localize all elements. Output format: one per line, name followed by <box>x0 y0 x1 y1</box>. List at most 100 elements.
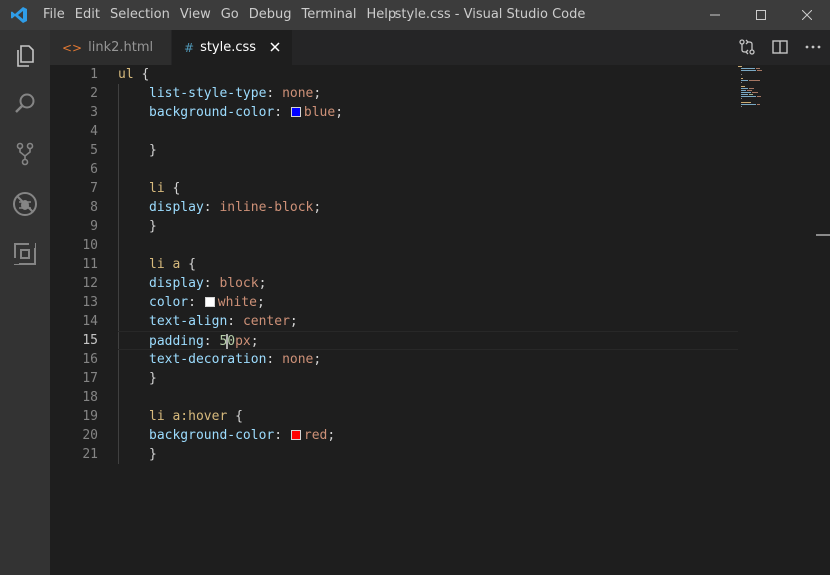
vscode-logo-icon <box>11 7 27 23</box>
line-number: 9 <box>90 219 98 234</box>
color-swatch-white[interactable] <box>204 297 215 307</box>
source-control-button[interactable] <box>0 130 50 178</box>
line-number: 12 <box>82 276 98 291</box>
close-tab-icon[interactable] <box>268 40 282 54</box>
line-number: 8 <box>90 200 98 215</box>
brace: { <box>227 409 243 424</box>
menu-go[interactable]: Go <box>216 0 244 30</box>
semicolon: ; <box>313 86 322 101</box>
code-line: } <box>118 369 738 388</box>
code-line: background-color: red; <box>118 426 738 445</box>
semicolon: ; <box>335 105 344 120</box>
line-number-gutter: 1 2 3 4 5 6 7 8 9 10 11 12 13 14 15 16 1… <box>50 65 98 464</box>
line-number: 11 <box>82 257 98 272</box>
colon: : <box>203 334 220 349</box>
code-line: display: block; <box>118 274 738 293</box>
close-icon <box>802 10 812 20</box>
css-value: none <box>282 352 314 367</box>
code-line: } <box>118 141 738 160</box>
editor-tabs: <> link2.html # style.css <box>50 30 830 65</box>
title-bar: File Edit Selection View Go Debug Termin… <box>0 0 830 30</box>
line-number: 7 <box>90 181 98 196</box>
colon: : <box>203 200 220 215</box>
menu-debug[interactable]: Debug <box>244 0 297 30</box>
css-value: none <box>282 86 314 101</box>
minimap[interactable] <box>738 65 820 125</box>
css-value: blue <box>303 105 336 120</box>
code-line: text-align: center; <box>118 312 738 331</box>
menu-file[interactable]: File <box>38 0 70 30</box>
minimize-button[interactable] <box>692 0 738 30</box>
activity-bar <box>0 30 50 575</box>
colon: : <box>203 276 220 291</box>
more-actions-icon[interactable] <box>804 38 822 56</box>
line-number: 6 <box>90 162 98 177</box>
tab-link2-html[interactable]: <> link2.html <box>50 30 172 65</box>
search-icon <box>15 93 35 113</box>
line-number: 19 <box>82 409 98 424</box>
semicolon: ; <box>256 295 265 310</box>
minimize-icon <box>710 14 720 16</box>
line-number: 3 <box>90 105 98 120</box>
extensions-icon <box>13 242 36 265</box>
brace: } <box>149 219 157 234</box>
semicolon: ; <box>250 334 259 349</box>
code-line: ul { <box>118 65 738 84</box>
css-property: list-style-type <box>149 86 267 101</box>
colon: : <box>227 314 243 329</box>
menu-help[interactable]: Help <box>361 0 401 30</box>
menu-view[interactable]: View <box>175 0 216 30</box>
search-button[interactable] <box>0 80 50 128</box>
colon: : <box>266 86 283 101</box>
code-line: li a { <box>118 255 738 274</box>
text-cursor <box>226 334 228 349</box>
css-property: text-decoration <box>149 352 267 367</box>
line-number: 16 <box>82 352 98 367</box>
explorer-button[interactable] <box>0 32 50 80</box>
colon: : <box>274 105 290 120</box>
tab-style-css[interactable]: # style.css <box>172 30 292 65</box>
line-number: 13 <box>82 295 98 310</box>
semicolon: ; <box>289 314 298 329</box>
brace: } <box>149 447 157 462</box>
close-window-button[interactable] <box>784 0 830 30</box>
semicolon: ; <box>258 276 267 291</box>
code-line-current: padding: 50px; <box>118 331 738 350</box>
extensions-button[interactable] <box>0 230 50 278</box>
line-number: 10 <box>82 238 98 253</box>
menu-terminal[interactable]: Terminal <box>297 0 362 30</box>
menu-edit[interactable]: Edit <box>70 0 105 30</box>
css-value: inline-block <box>219 200 314 215</box>
css-value: center <box>242 314 290 329</box>
line-number: 4 <box>90 124 98 139</box>
split-editor-icon[interactable] <box>771 38 789 56</box>
css-selector: li a:hover <box>149 409 228 424</box>
vertical-scrollbar[interactable] <box>816 65 830 575</box>
brace: } <box>149 143 157 158</box>
source-control-icon <box>16 142 34 166</box>
code-line: li { <box>118 179 738 198</box>
code-line: } <box>118 217 738 236</box>
css-property: background-color <box>149 105 275 120</box>
open-changes-icon[interactable] <box>738 38 756 56</box>
maximize-button[interactable] <box>738 0 784 30</box>
line-number: 2 <box>90 86 98 101</box>
color-swatch-blue[interactable] <box>290 107 301 117</box>
code-lines[interactable]: ul { list-style-type: none; background-c… <box>118 65 738 464</box>
css-selector: li <box>149 181 165 196</box>
color-swatch-red[interactable] <box>290 430 301 440</box>
code-editor[interactable]: 1 2 3 4 5 6 7 8 9 10 11 12 13 14 15 16 1… <box>50 65 830 575</box>
css-value: white <box>217 295 257 310</box>
menu-selection[interactable]: Selection <box>105 0 175 30</box>
colon: : <box>266 352 283 367</box>
code-line: li a:hover { <box>118 407 738 426</box>
html-file-icon: <> <box>62 40 83 55</box>
semicolon: ; <box>327 428 336 443</box>
tab-label: link2.html <box>88 40 154 55</box>
line-number: 18 <box>82 390 98 405</box>
menu-bar: File Edit Selection View Go Debug Termin… <box>38 0 401 30</box>
debug-button[interactable] <box>0 180 50 228</box>
